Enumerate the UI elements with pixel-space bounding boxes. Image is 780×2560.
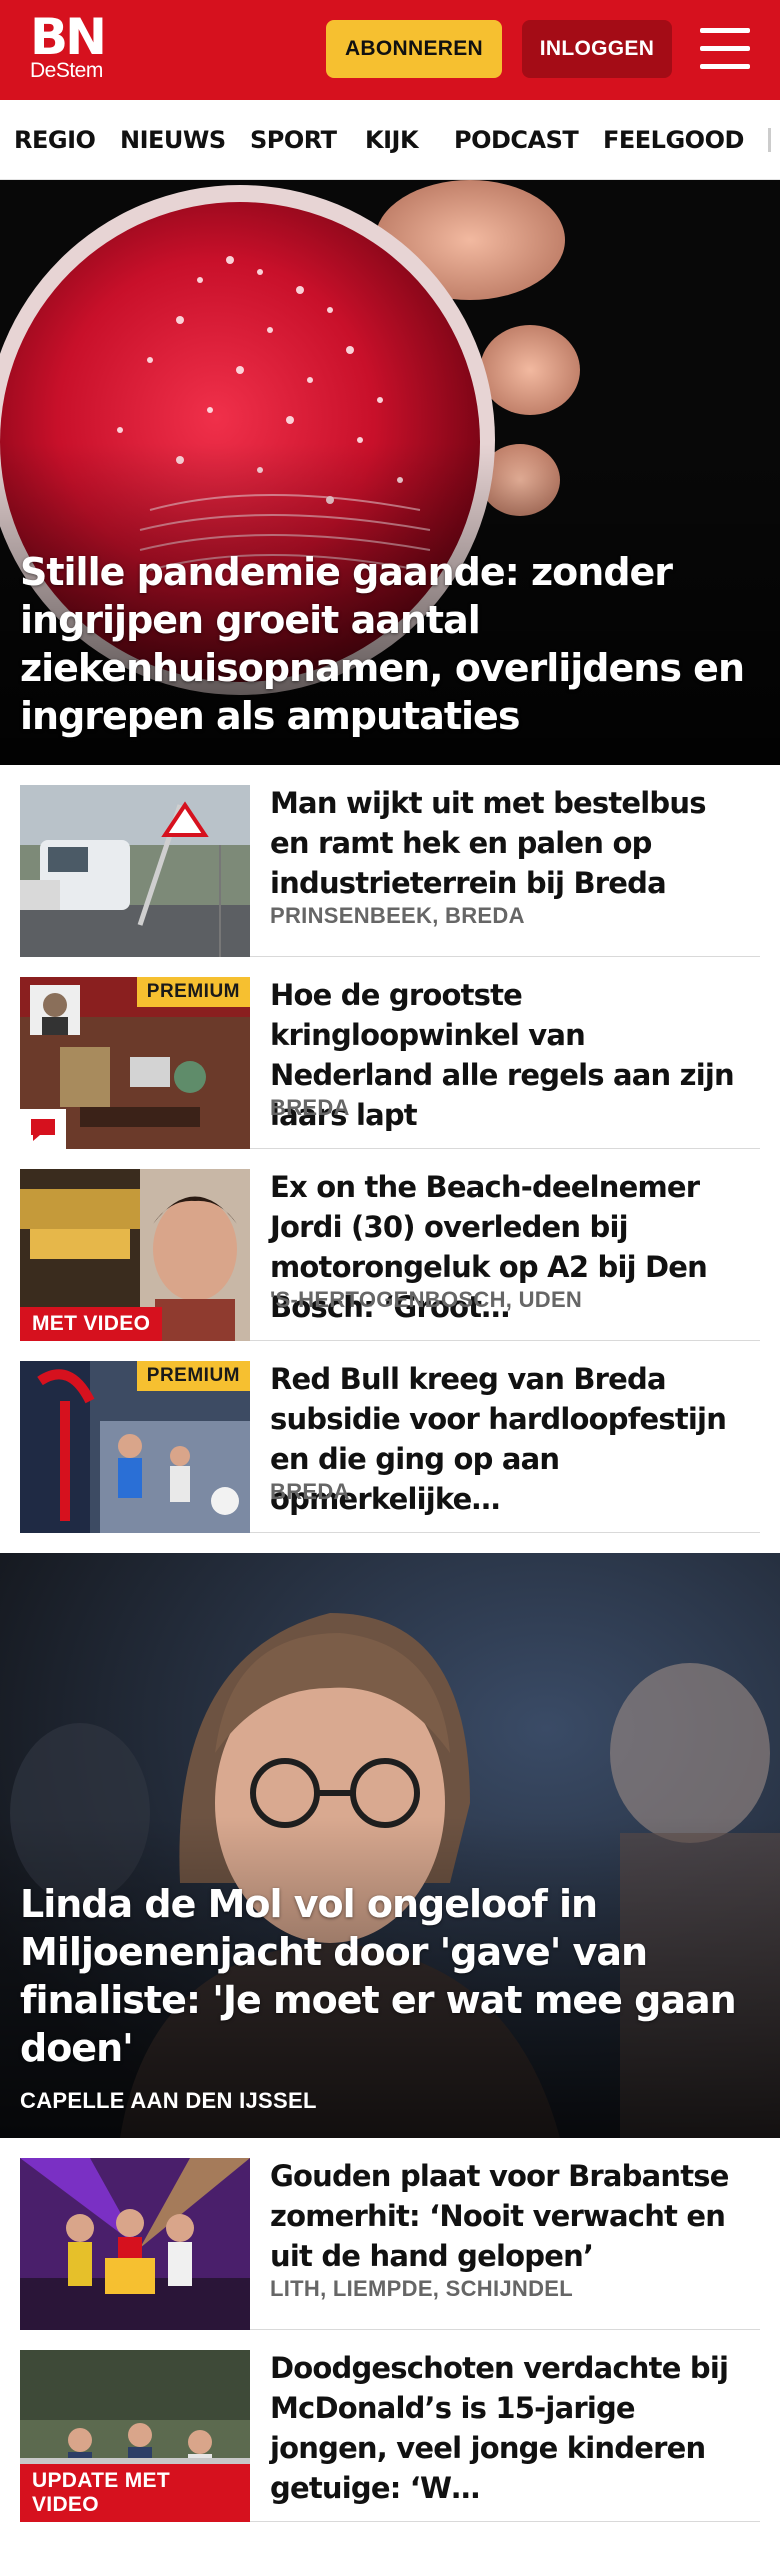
hero-title-2[interactable]: Linda de Mol vol ongeloof in Miljoenenja… xyxy=(20,1880,756,2072)
article-thumbnail xyxy=(20,2158,250,2330)
list-item[interactable]: PREMIUM Red Bull kreeg van Breda subsidi… xyxy=(20,1341,760,1533)
article-thumbnail: PREMIUM xyxy=(20,977,250,1149)
article-location: LITH, LIEMPDE, SCHIJNDEL xyxy=(270,2276,573,2301)
premium-badge: PREMIUM xyxy=(136,1361,250,1391)
login-button[interactable]: INLOGGEN xyxy=(522,20,672,78)
hero-location: CAPELLE AAN DEN IJSSEL xyxy=(20,2088,317,2113)
article-thumbnail xyxy=(20,785,250,957)
nav-item-nieuws[interactable]: NIEUWS xyxy=(120,100,226,179)
stage-party-photo xyxy=(20,2158,250,2330)
nav-overflow-divider xyxy=(768,128,771,152)
nav-item-sport[interactable]: SPORT xyxy=(250,100,337,179)
list-item[interactable]: UPDATE MET VIDEO Doodgeschoten verdachte… xyxy=(20,2330,760,2522)
section-nav: REGIO NIEUWS SPORT KIJK PODCAST FEELGOOD xyxy=(0,100,780,180)
nav-item-regio[interactable]: REGIO xyxy=(14,100,96,179)
subscribe-button[interactable]: ABONNEREN xyxy=(326,20,502,78)
menu-bar xyxy=(700,64,750,69)
article-title[interactable]: Man wijkt uit met bestelbus en ramt hek … xyxy=(270,783,750,903)
article-location: BREDA xyxy=(270,1095,350,1120)
hero-article[interactable]: Stille pandemie gaande: zonder ingrijpen… xyxy=(0,180,780,765)
article-thumbnail: UPDATE MET VIDEO xyxy=(20,2350,250,2522)
hero-title[interactable]: Stille pandemie gaande: zonder ingrijpen… xyxy=(20,548,756,740)
list-item[interactable]: Gouden plaat voor Brabantse zomerhit: ‘N… xyxy=(20,2138,760,2330)
menu-bar xyxy=(700,46,750,51)
article-location: PRINSENBEEK, BREDA xyxy=(270,903,525,928)
update-video-badge: UPDATE MET VIDEO xyxy=(20,2464,250,2522)
article-title[interactable]: Gouden plaat voor Brabantse zomerhit: ‘N… xyxy=(270,2156,750,2276)
article-thumbnail: PREMIUM xyxy=(20,1361,250,1533)
top-header: BN DeStem ABONNEREN INLOGGEN xyxy=(0,0,780,100)
article-location: BREDA xyxy=(270,1479,350,1504)
crash-van-photo xyxy=(20,785,250,957)
hamburger-menu-icon[interactable] xyxy=(700,26,752,72)
video-badge: MET VIDEO xyxy=(20,1307,163,1341)
premium-badge: PREMIUM xyxy=(136,977,250,1007)
comment-icon xyxy=(20,1109,66,1149)
article-thumbnail: MET VIDEO xyxy=(20,1169,250,1341)
nav-item-kijk[interactable]: KIJK xyxy=(365,100,419,179)
nav-item-feelgood[interactable]: FEELGOOD xyxy=(603,100,744,179)
article-title[interactable]: Doodgeschoten verdachte bij McDonald’s i… xyxy=(270,2348,750,2508)
menu-bar xyxy=(700,28,750,33)
hero-article-2[interactable]: Linda de Mol vol ongeloof in Miljoenenja… xyxy=(0,1553,780,2138)
article-location: 'S-HERTOGENBOSCH, UDEN xyxy=(270,1287,583,1312)
list-item[interactable]: Man wijkt uit met bestelbus en ramt hek … xyxy=(20,765,760,957)
brand-logo[interactable]: BN DeStem xyxy=(30,8,107,82)
nav-item-podcast[interactable]: PODCAST xyxy=(454,100,579,179)
list-item[interactable]: PREMIUM Hoe de grootste kringloopwinkel … xyxy=(20,957,760,1149)
logo-main-text: BN xyxy=(30,8,107,66)
list-item[interactable]: MET VIDEO Ex on the Beach-deelnemer Jord… xyxy=(20,1149,760,1341)
logo-sub-text: DeStem xyxy=(30,59,103,82)
comment-icon-shape xyxy=(31,1119,55,1141)
